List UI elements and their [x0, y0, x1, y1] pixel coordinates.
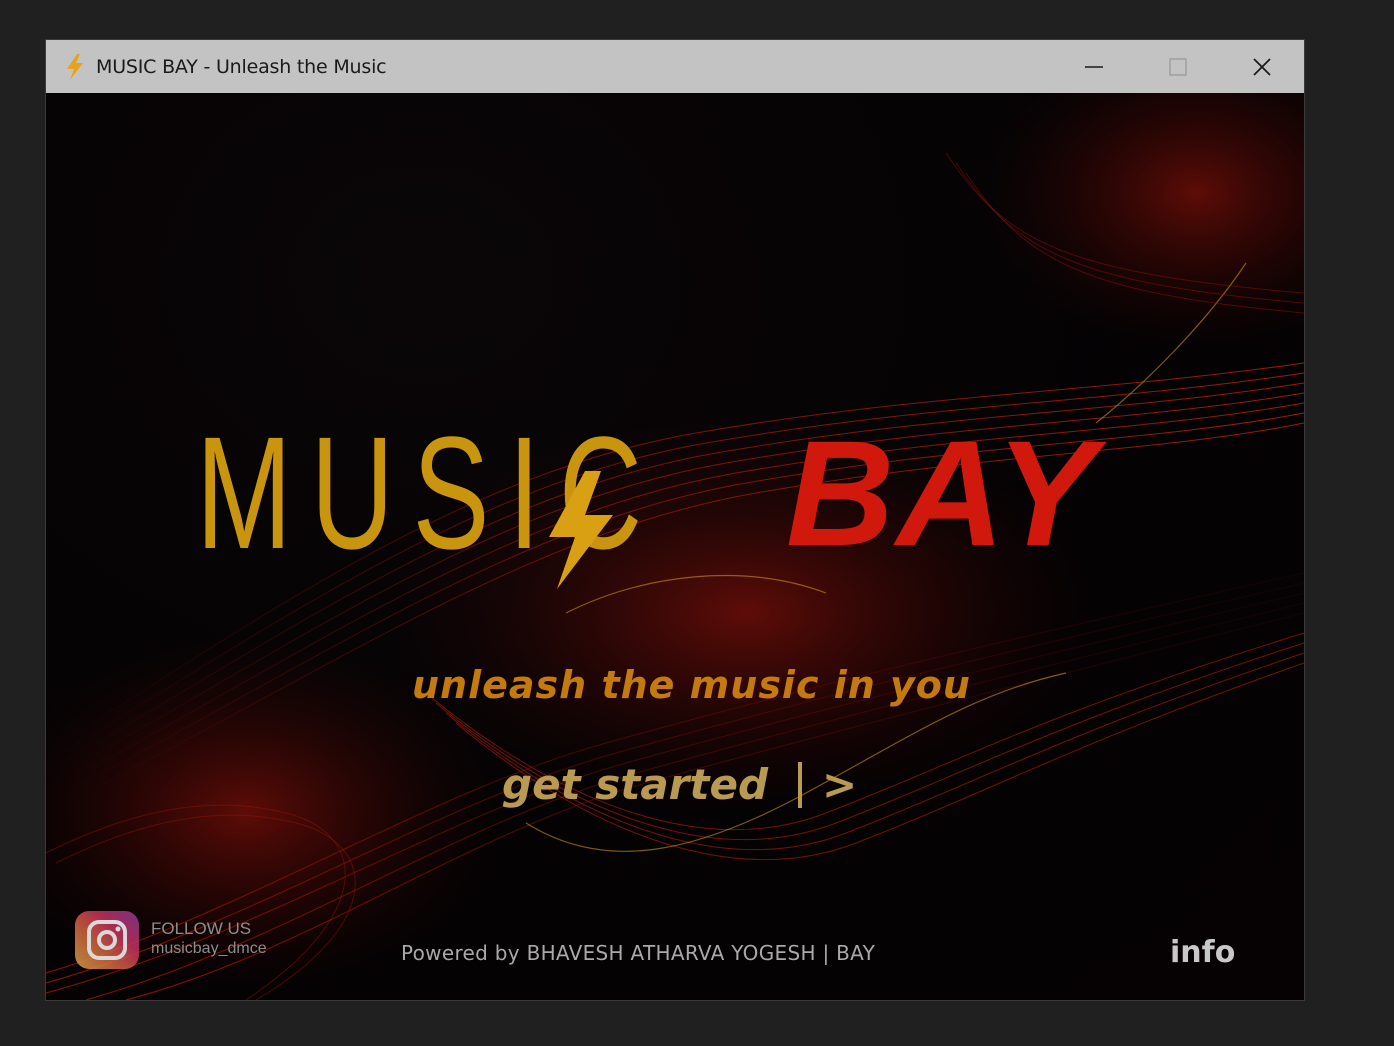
arrow-right-icon: > [822, 760, 858, 809]
app-window: MUSIC BAY - Unleash the Music MUSIC BAY … [46, 40, 1304, 1000]
get-started-button[interactable]: get started > [502, 760, 857, 809]
minimize-icon [1085, 65, 1103, 68]
follow-us-label: FOLLOW US [151, 919, 252, 938]
maximize-icon [1169, 57, 1187, 76]
separator [798, 761, 803, 808]
maximize-button[interactable] [1136, 40, 1220, 93]
app-logo: MUSIC [196, 413, 756, 573]
desktop-background: MUSIC BAY - Unleash the Music MUSIC BAY … [0, 0, 1394, 1046]
splash-screen: MUSIC BAY unleash the music in you get s… [46, 93, 1304, 1000]
window-title: MUSIC BAY - Unleash the Music [96, 55, 387, 78]
lightning-bolt-icon [549, 471, 613, 589]
follow-us-block[interactable]: FOLLOW US musicbay_dmce [151, 919, 267, 959]
minimize-button[interactable] [1052, 40, 1136, 93]
lightning-icon [67, 53, 83, 80]
tagline: unleash the music in you [412, 663, 971, 707]
instagram-handle: musicbay_dmce [151, 940, 267, 957]
instagram-link[interactable] [75, 911, 139, 969]
title-bar[interactable]: MUSIC BAY - Unleash the Music [46, 40, 1304, 93]
logo-bay-text: BAY [786, 409, 1098, 577]
instagram-icon [87, 920, 127, 960]
powered-by-text: Powered by BHAVESH ATHARVA YOGESH | BAY [401, 941, 876, 965]
window-controls [1052, 40, 1304, 93]
close-button[interactable] [1220, 40, 1304, 93]
get-started-label: get started [502, 760, 769, 809]
info-button[interactable]: info [1170, 935, 1235, 970]
close-icon [1253, 57, 1271, 76]
